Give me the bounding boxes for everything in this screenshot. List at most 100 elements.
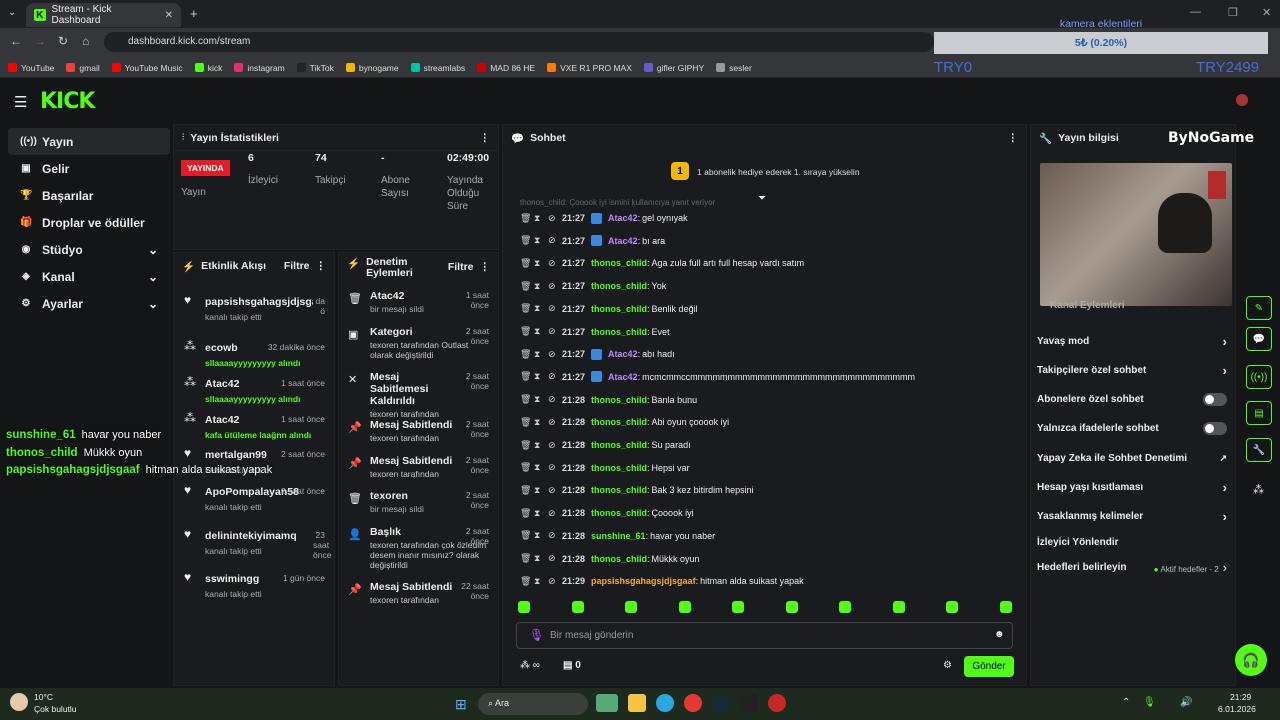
timeout-icon[interactable]: ⧗ <box>534 235 542 246</box>
emote-icon[interactable] <box>785 601 798 613</box>
quick-tools-button[interactable]: 🔧 <box>1246 438 1272 462</box>
chat-message[interactable]: 🗑 ⧗ ⊘ 21:27 thonos_child: Yok <box>520 278 666 294</box>
points-icon[interactable]: ⁂ ∞ <box>520 660 540 671</box>
pinned-toggle-icon[interactable]: ⏷ <box>758 193 766 204</box>
emoji-icon[interactable]: ☻ <box>994 629 1005 640</box>
message-user[interactable]: Atac42 <box>608 349 638 359</box>
message-user[interactable]: papsishsgahagsjdjsgaaf <box>591 576 696 586</box>
new-tab-icon[interactable]: + <box>190 6 198 21</box>
timeout-icon[interactable]: ⧗ <box>534 462 542 473</box>
sidebar-item[interactable]: ◈ Kanal ⌄ <box>8 263 170 290</box>
message-user[interactable]: thonos_child <box>591 304 647 314</box>
sidebar-item[interactable]: 🎁 Droplar ve ödüller <box>8 209 170 236</box>
chat-message[interactable]: 🗑 ⧗ ⊘ 21:28 thonos_child: Banla bunu <box>520 392 697 408</box>
message-user[interactable]: thonos_child <box>591 554 647 564</box>
more-icon[interactable]: ⋮ <box>480 132 491 144</box>
chat-setting-item[interactable]: Takipçilere özel sohbet › <box>1037 363 1227 378</box>
chat-message[interactable]: 🗑 ⧗ ⊘ 21:27 Atac42: gel oynıyak <box>520 210 688 226</box>
message-user[interactable]: sunshine_61 <box>591 531 646 541</box>
delete-icon[interactable]: 🗑 <box>520 349 531 360</box>
timeout-icon[interactable]: ⧗ <box>534 417 542 428</box>
volume-icon[interactable]: 🔊 <box>1180 697 1192 708</box>
quick-edit-button[interactable]: ✎ <box>1246 296 1272 320</box>
quick-live-button[interactable]: ((•)) <box>1246 365 1272 389</box>
bookmark-item[interactable]: bynogame <box>345 63 399 73</box>
chat-message[interactable]: 🗑 ⧗ ⊘ 21:27 thonos_child: Evet <box>520 324 670 340</box>
emote-icon[interactable] <box>678 601 691 613</box>
timeout-icon[interactable]: ⧗ <box>534 485 542 496</box>
ban-icon[interactable]: ⊘ <box>548 553 556 564</box>
chat-message[interactable]: 🗑 ⧗ ⊘ 21:27 Atac42: abı hadı <box>520 346 675 362</box>
delete-icon[interactable]: 🗑 <box>520 281 531 292</box>
home-icon[interactable]: ⌂ <box>82 34 89 48</box>
bookmark-item[interactable]: kick <box>194 63 222 73</box>
bookmark-item[interactable]: TikTok <box>296 63 334 73</box>
delete-icon[interactable]: 🗑 <box>520 213 531 224</box>
bookmark-item[interactable]: VXE R1 PRO MAX <box>547 63 632 73</box>
timeout-icon[interactable]: ⧗ <box>534 394 542 405</box>
chat-setting-item[interactable]: İzleyici Yönlendir <box>1037 535 1227 549</box>
timeout-icon[interactable]: ⧗ <box>534 440 542 451</box>
taskview-icon[interactable] <box>596 694 618 712</box>
sidebar-item[interactable]: ▣ Gelir <box>8 155 170 182</box>
chat-setting-item[interactable]: Hesap yaşı kısıtlaması › <box>1037 480 1227 495</box>
ban-icon[interactable]: ⊘ <box>548 462 556 473</box>
bookmark-item[interactable]: YouTube <box>8 63 54 73</box>
ban-icon[interactable]: ⊘ <box>548 281 556 292</box>
help-button[interactable]: 🎧 <box>1235 644 1267 676</box>
delete-icon[interactable]: 🗑 <box>520 440 531 451</box>
emote-icon[interactable] <box>839 601 852 613</box>
timeout-icon[interactable]: ⧗ <box>534 303 542 314</box>
chat-message[interactable]: 🗑 ⧗ ⊘ 21:28 thonos_child: Su paradı <box>520 437 691 453</box>
obs-icon[interactable] <box>768 694 786 712</box>
sidebar-item[interactable]: ⚙ Ayarlar ⌄ <box>8 290 170 317</box>
chat-setting-item[interactable]: Abonelere özel sohbet <box>1037 392 1227 406</box>
message-user[interactable]: thonos_child <box>591 508 647 518</box>
ban-icon[interactable]: ⊘ <box>548 371 556 382</box>
message-user[interactable]: thonos_child <box>591 395 647 405</box>
chat-message[interactable]: 🗑 ⧗ ⊘ 21:28 thonos_child: Çooook iyi <box>520 505 694 521</box>
chat-message[interactable]: 🗑 ⧗ ⊘ 21:28 thonos_child: Hepsi var <box>520 460 690 476</box>
quick-chat-button[interactable]: 💬 <box>1246 327 1272 351</box>
chat-setting-item[interactable]: Hedefleri belirleyin ● Aktif hedefler - 2… <box>1037 560 1227 575</box>
browser-tab[interactable]: K Stream - Kick Dashboard ✕ <box>26 3 181 27</box>
timeout-icon[interactable]: ⧗ <box>534 258 542 269</box>
bookmark-item[interactable]: gmail <box>66 63 100 73</box>
menu-icon[interactable]: ☰ <box>14 93 27 111</box>
more-icon[interactable]: ⋮ <box>480 261 491 273</box>
chat-setting-item[interactable]: Yalnızca ifadelerle sohbet <box>1037 421 1227 435</box>
ban-icon[interactable]: ⊘ <box>548 576 556 587</box>
chat-message[interactable]: 🗑 ⧗ ⊘ 21:27 Atac42: bı ara <box>520 233 665 249</box>
setting-toggle[interactable] <box>1203 421 1227 435</box>
delete-icon[interactable]: 🗑 <box>520 530 531 541</box>
emote-icon[interactable] <box>518 601 530 613</box>
setting-toggle[interactable] <box>1203 392 1227 406</box>
send-button[interactable]: Gönder <box>964 656 1014 677</box>
sidebar-item[interactable]: ◉ Stüdyo ⌄ <box>8 236 170 263</box>
gift-sub-banner[interactable]: 1 abonelik hediye ederek 1. sıraya yükse… <box>697 167 860 177</box>
emote-icon[interactable] <box>571 601 584 613</box>
chat-message[interactable]: 🗑 ⧗ ⊘ 21:27 thonos_child: Benlik değil <box>520 301 698 317</box>
delete-icon[interactable]: 🗑 <box>520 258 531 269</box>
emote-icon[interactable] <box>892 601 905 613</box>
ban-icon[interactable]: ⊘ <box>548 349 556 360</box>
message-user[interactable]: thonos_child <box>591 463 647 473</box>
timeout-icon[interactable]: ⧗ <box>534 213 542 224</box>
timeout-icon[interactable]: ⧗ <box>534 326 542 337</box>
mic-icon[interactable]: 🎙 <box>529 628 544 642</box>
timeout-icon[interactable]: ⧗ <box>534 553 542 564</box>
ban-icon[interactable]: ⊘ <box>548 303 556 314</box>
ban-icon[interactable]: ⊘ <box>548 530 556 541</box>
quick-mod-button[interactable]: ▤ <box>1246 401 1272 425</box>
message-user[interactable]: thonos_child <box>591 485 647 495</box>
emote-icon[interactable] <box>999 601 1012 613</box>
minimize-icon[interactable]: — <box>1190 6 1201 18</box>
mic-tray-icon[interactable]: 🎙 <box>1143 697 1156 708</box>
emote-icon[interactable] <box>732 601 745 613</box>
ban-icon[interactable]: ⊘ <box>548 258 556 269</box>
bookmark-item[interactable]: sesler <box>716 63 752 73</box>
sidebar-item[interactable]: ((•)) Yayın <box>8 128 170 155</box>
delete-icon[interactable]: 🗑 <box>520 371 531 382</box>
emote-icon[interactable] <box>625 601 638 613</box>
timeout-icon[interactable]: ⧗ <box>534 530 542 541</box>
